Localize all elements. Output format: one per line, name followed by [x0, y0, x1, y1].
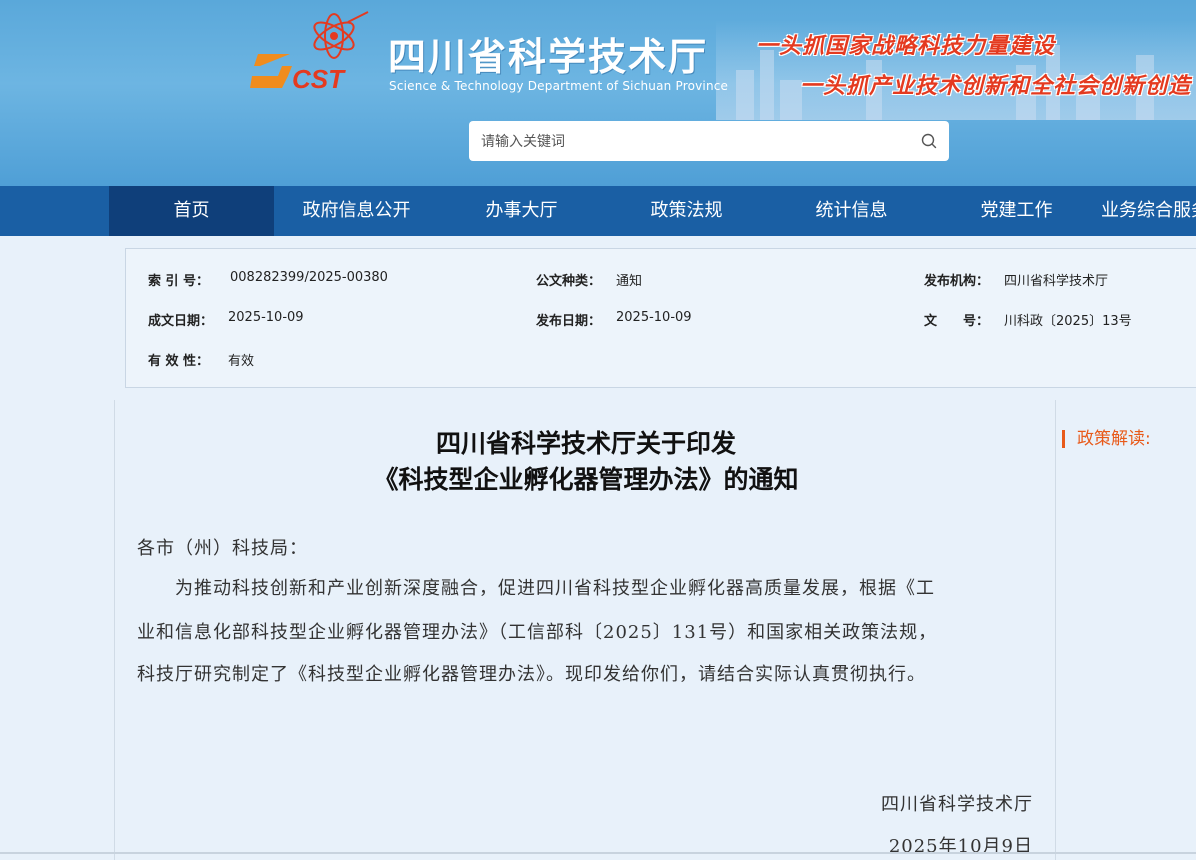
signature: 四川省科学技术厅 [881, 794, 1033, 815]
publish-date-value: 2025-10-09 [616, 310, 692, 325]
policy-interpretation-heading: 政策解读: [1062, 430, 1151, 448]
article-content: 四川省科学技术厅关于印发 《科技型企业孵化器管理办法》的通知 各市（州）科技局：… [114, 400, 1056, 860]
publisher-value: 四川省科学技术厅 [1004, 274, 1109, 289]
nav-item-statistics[interactable]: 统计信息 [769, 186, 934, 236]
written-date-label: 成文日期： [148, 314, 214, 329]
search-icon[interactable] [921, 133, 937, 149]
slogan-line-2: 一头抓产业技术创新和全社会创新创造 [800, 74, 1192, 99]
site-title: 四川省科学技术厅 [388, 34, 709, 79]
nav-item-business-services[interactable]: 业务综合服务 [1099, 186, 1196, 236]
slogan-line-1: 一头抓国家战略科技力量建设 [756, 34, 1056, 59]
salutation: 各市（州）科技局： [137, 538, 308, 559]
nav-item-home[interactable]: 首页 [109, 186, 274, 236]
nav-item-gov-info[interactable]: 政府信息公开 [274, 186, 439, 236]
written-date-value: 2025-10-09 [228, 310, 304, 325]
publisher-label: 发布机构： [924, 274, 990, 289]
doc-number-label: 文 号： [924, 314, 990, 329]
signature-date: 2025年10月9日 [888, 836, 1033, 857]
body-line-3: 科技厅研究制定了《科技型企业孵化器管理办法》。现印发给你们，请结合实际认真贯彻执… [137, 664, 926, 685]
index-label: 索 引 号： [148, 274, 210, 289]
validity-value: 有效 [228, 354, 255, 369]
article-title-line-1: 四川省科学技术厅关于印发 [435, 429, 736, 458]
nav-item-policy[interactable]: 政策法规 [604, 186, 769, 236]
header-banner: CST 四川省科学技术厅 Science & Technology Depart… [0, 0, 1196, 186]
nav-item-party-building[interactable]: 党建工作 [934, 186, 1099, 236]
document-metadata: 索 引 号： 008282399/2025-00380 公文种类： 通知 发布机… [125, 248, 1196, 388]
doc-type-label: 公文种类： [536, 274, 602, 289]
publish-date-label: 发布日期： [536, 314, 602, 329]
index-value: 008282399/2025-00380 [230, 270, 388, 285]
doc-type-value: 通知 [616, 274, 643, 289]
search-box [469, 121, 949, 163]
main-nav: 首页 政府信息公开 办事大厅 政策法规 统计信息 党建工作 业务综合服务 [0, 186, 1196, 236]
site-subtitle: Science & Technology Department of Sichu… [389, 79, 729, 93]
doc-number-value: 川科政〔2025〕13号 [1004, 314, 1132, 329]
nav-item-service-hall[interactable]: 办事大厅 [439, 186, 604, 236]
svg-text:CST: CST [292, 64, 346, 94]
search-input[interactable] [479, 121, 903, 163]
scst-logo-icon[interactable]: CST [248, 10, 378, 98]
body-line-1: 为推动科技创新和产业创新深度融合，促进四川省科技型企业孵化器高质量发展，根据《工 [137, 578, 935, 599]
validity-label: 有 效 性： [148, 354, 210, 369]
body-line-2: 业和信息化部科技型企业孵化器管理办法》（工信部科〔2025〕131号）和国家相关… [137, 622, 938, 643]
article-title-line-2: 《科技型企业孵化器管理办法》的通知 [373, 465, 799, 494]
